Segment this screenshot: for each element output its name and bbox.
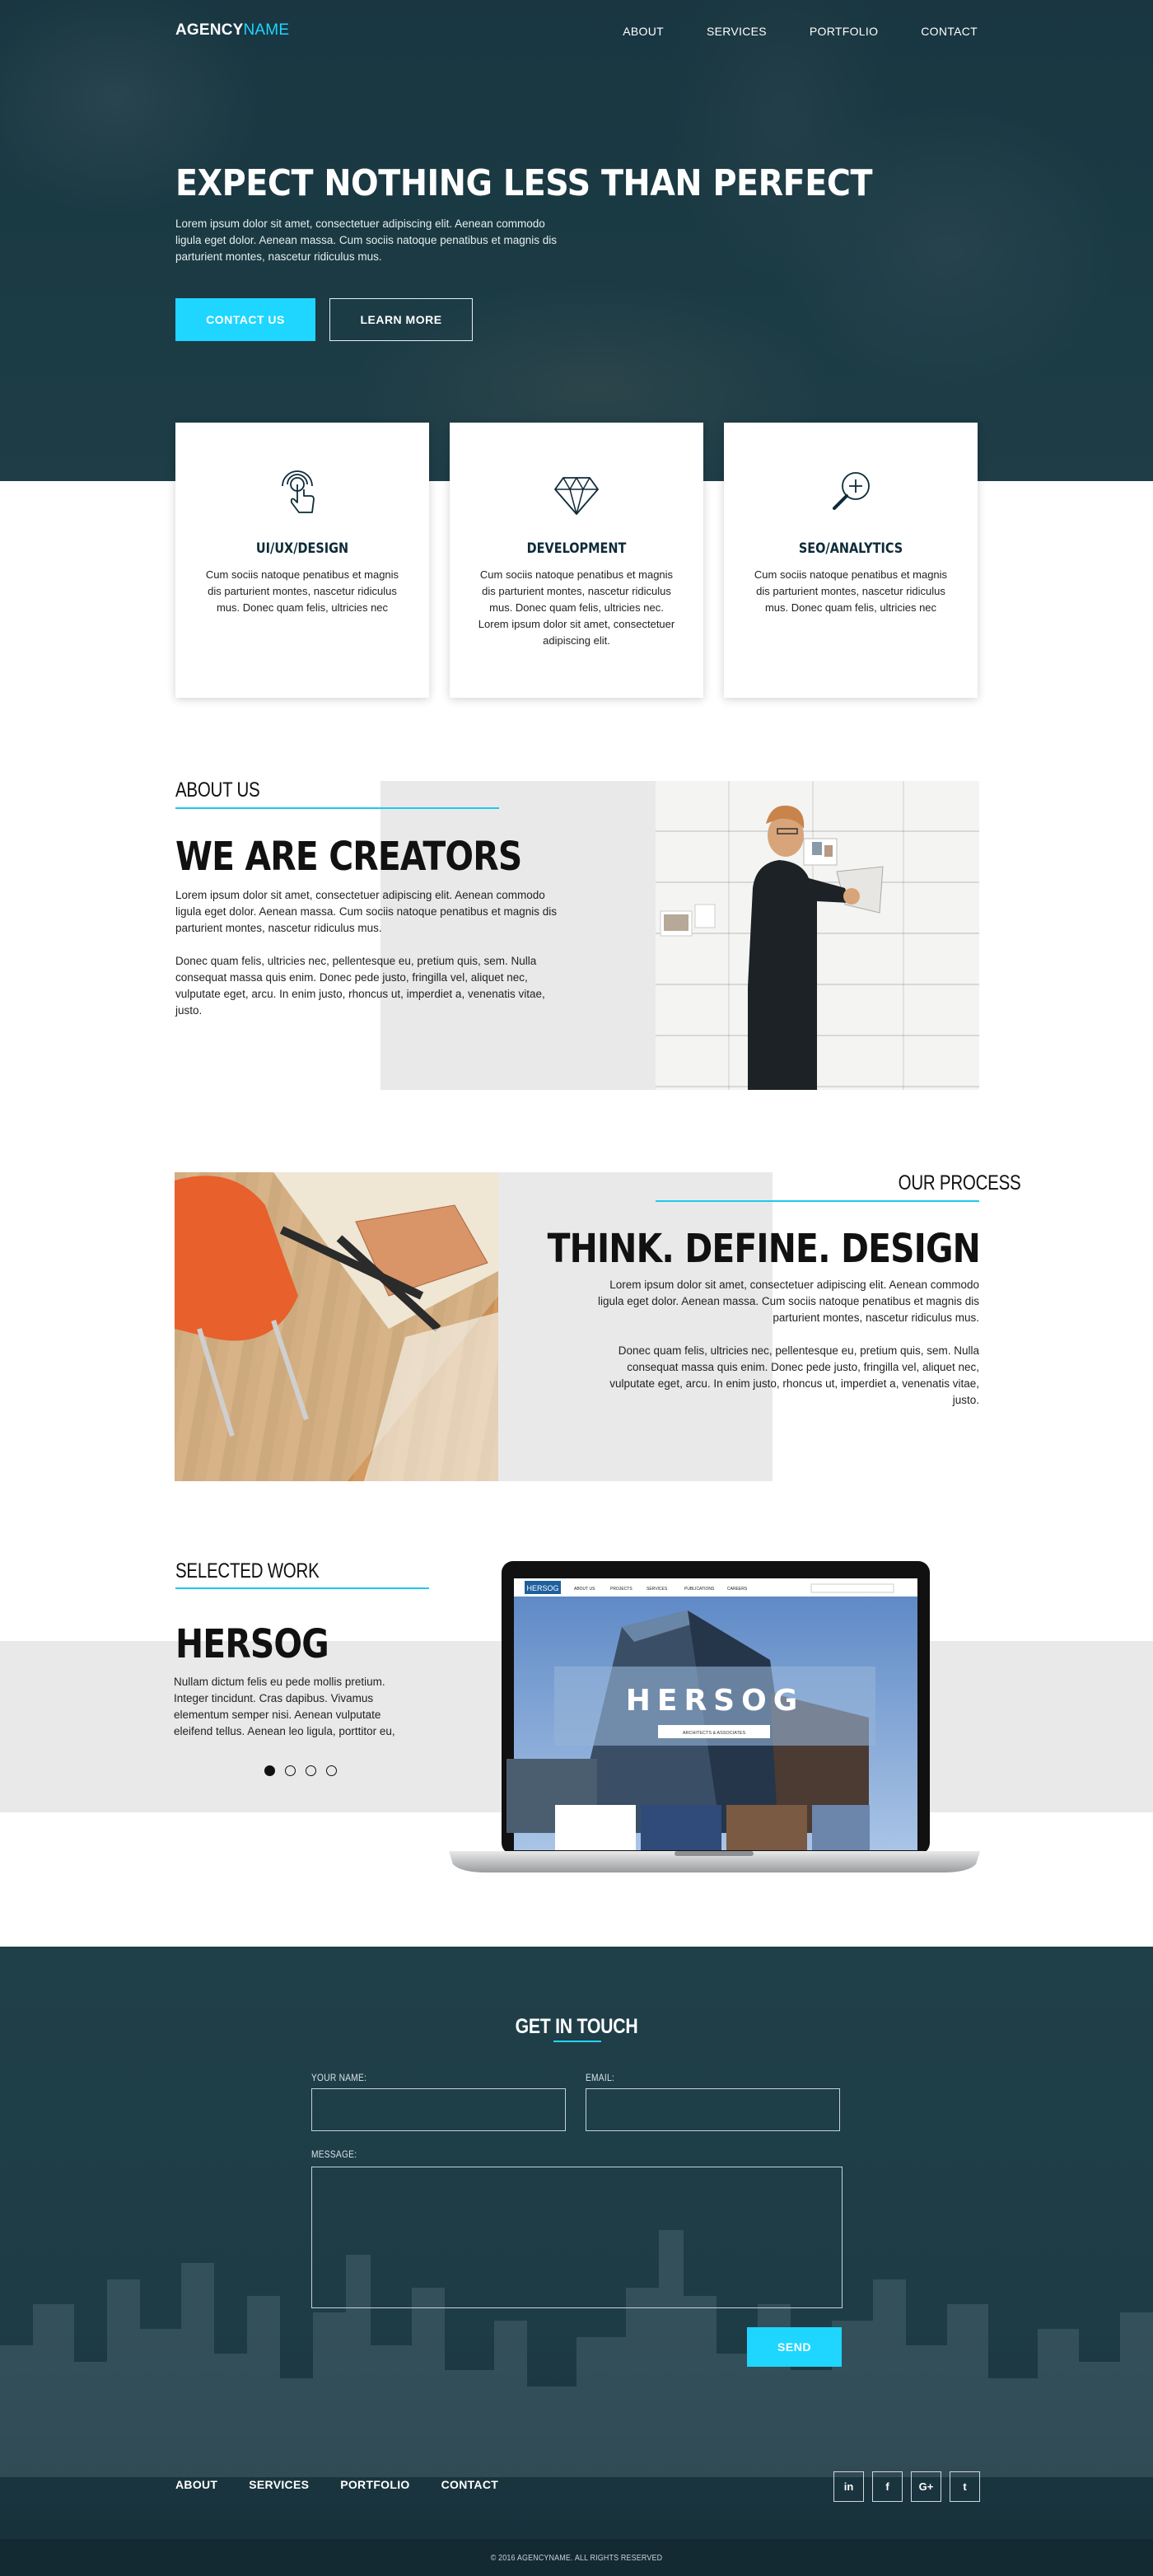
about-photo	[656, 781, 979, 1090]
service-text: Cum sociis natoque penatibus et magnis d…	[754, 568, 948, 614]
slider-dot[interactable]	[306, 1765, 316, 1776]
about-paragraph-2: Donec quam felis, ultricies nec, pellent…	[175, 955, 545, 1017]
work-text: Nullam dictum felis eu pede mollis preti…	[174, 1676, 395, 1737]
footer-nav-services[interactable]: SERVICES	[249, 2478, 309, 2491]
name-input[interactable]	[311, 2088, 566, 2131]
footer-nav-portfolio[interactable]: PORTFOLIO	[340, 2478, 409, 2491]
about-label: ABOUT US	[175, 778, 260, 802]
nav-portfolio[interactable]: PORTFOLIO	[810, 25, 878, 38]
logo-accent: NAME	[243, 21, 290, 39]
process-underline	[656, 1200, 979, 1202]
desk-illustration	[175, 1172, 498, 1481]
service-title: SEO/ANALYTICS	[798, 540, 903, 557]
email-input[interactable]	[586, 2088, 840, 2131]
facebook-icon[interactable]: f	[872, 2471, 903, 2502]
mockup-nav-item: PROJECTS	[610, 1587, 633, 1592]
hero-title: EXPECT NOTHING LESS THAN PERFECT	[175, 162, 873, 204]
copyright-text: © 2016 AGENCYNAME. ALL RIGHTS RESERVED	[490, 2553, 663, 2563]
social-links: in f G+ t	[833, 2471, 980, 2502]
about-paragraph-1: Lorem ipsum dolor sit amet, consectetuer…	[175, 889, 558, 934]
contact-underline	[553, 2041, 601, 2042]
footer-nav: ABOUT SERVICES PORTFOLIO CONTACT	[175, 2478, 498, 2491]
send-button[interactable]: SEND	[747, 2327, 842, 2367]
message-textarea[interactable]	[311, 2167, 843, 2308]
mockup-hero-title: HERSOG	[626, 1684, 805, 1718]
slider-dot[interactable]	[285, 1765, 296, 1776]
work-label: SELECTED WORK	[175, 1559, 320, 1583]
work-underline	[175, 1587, 429, 1589]
learn-more-button[interactable]: LEARN MORE	[329, 298, 473, 341]
diamond-icon	[554, 477, 599, 515]
about-underline	[175, 807, 499, 809]
process-paragraph-1: Lorem ipsum dolor sit amet, consectetuer…	[597, 1279, 979, 1324]
laptop-mockup: HERSOG ABOUT US PROJECTS SERVICES PUBLIC…	[449, 1561, 980, 1872]
nav-services[interactable]: SERVICES	[707, 25, 767, 38]
nav-about[interactable]: ABOUT	[623, 25, 664, 38]
mockup-hero-subtitle: ARCHITECTS & ASSOCIATES	[683, 1731, 746, 1736]
service-text: Cum sociis natoque penatibus et magnis d…	[478, 568, 675, 647]
logo-bold: AGENCY	[175, 21, 244, 39]
process-title: THINK. DEFINE. DESIGN	[547, 1226, 981, 1272]
service-title: DEVELOPMENT	[526, 540, 627, 557]
email-label: EMAIL:	[586, 2072, 614, 2083]
footer-nav-about[interactable]: ABOUT	[175, 2478, 217, 2491]
mockup-brand: HERSOG	[526, 1584, 558, 1592]
hero-section	[0, 0, 1153, 481]
service-card-development: DEVELOPMENT Cum sociis natoque penatibus…	[450, 423, 703, 698]
about-title: WE ARE CREATORS	[175, 834, 522, 880]
process-paragraph-2: Donec quam felis, ultricies nec, pellent…	[609, 1344, 979, 1406]
logo[interactable]: AGENCYNAME	[175, 21, 289, 40]
slider-dot[interactable]	[264, 1765, 275, 1776]
mockup-nav-item: CAREERS	[727, 1587, 748, 1592]
process-grey-panel	[497, 1172, 773, 1481]
linkedin-icon[interactable]: in	[833, 2471, 864, 2502]
mockup-nav-item: PUBLICATIONS	[684, 1587, 715, 1592]
service-text: Cum sociis natoque penatibus et magnis d…	[205, 568, 399, 614]
hero-overlay	[0, 0, 1153, 481]
contact-us-button[interactable]: CONTACT US	[175, 298, 315, 341]
service-card-design: UI/UX/DESIGN Cum sociis natoque penatibu…	[175, 423, 429, 698]
service-title: UI/UX/DESIGN	[255, 540, 349, 557]
magnifier-plus-icon	[833, 472, 870, 510]
hero-text: Lorem ipsum dolor sit amet, consectetuer…	[175, 217, 558, 263]
slider-dot[interactable]	[326, 1765, 337, 1776]
touch-icon	[282, 470, 315, 513]
main-nav: ABOUT SERVICES PORTFOLIO CONTACT	[623, 25, 978, 38]
service-card-seo: SEO/ANALYTICS Cum sociis natoque penatib…	[724, 423, 978, 698]
contact-title: GET IN TOUCH	[515, 2015, 638, 2038]
footer-nav-contact[interactable]: CONTACT	[441, 2478, 499, 2491]
mockup-nav-item: ABOUT US	[574, 1587, 595, 1592]
slider-dots	[264, 1765, 337, 1776]
process-label: OUR PROCESS	[898, 1171, 1021, 1194]
nav-contact[interactable]: CONTACT	[921, 25, 978, 38]
mockup-nav-item: SERVICES	[647, 1587, 668, 1592]
creator-illustration	[660, 805, 884, 1090]
message-label: MESSAGE:	[311, 2148, 357, 2160]
work-title: HERSOG	[175, 1621, 329, 1667]
twitter-icon[interactable]: t	[950, 2471, 980, 2502]
google-plus-icon[interactable]: G+	[911, 2471, 941, 2502]
process-photo	[175, 1172, 498, 1481]
name-label: YOUR NAME:	[311, 2072, 367, 2083]
